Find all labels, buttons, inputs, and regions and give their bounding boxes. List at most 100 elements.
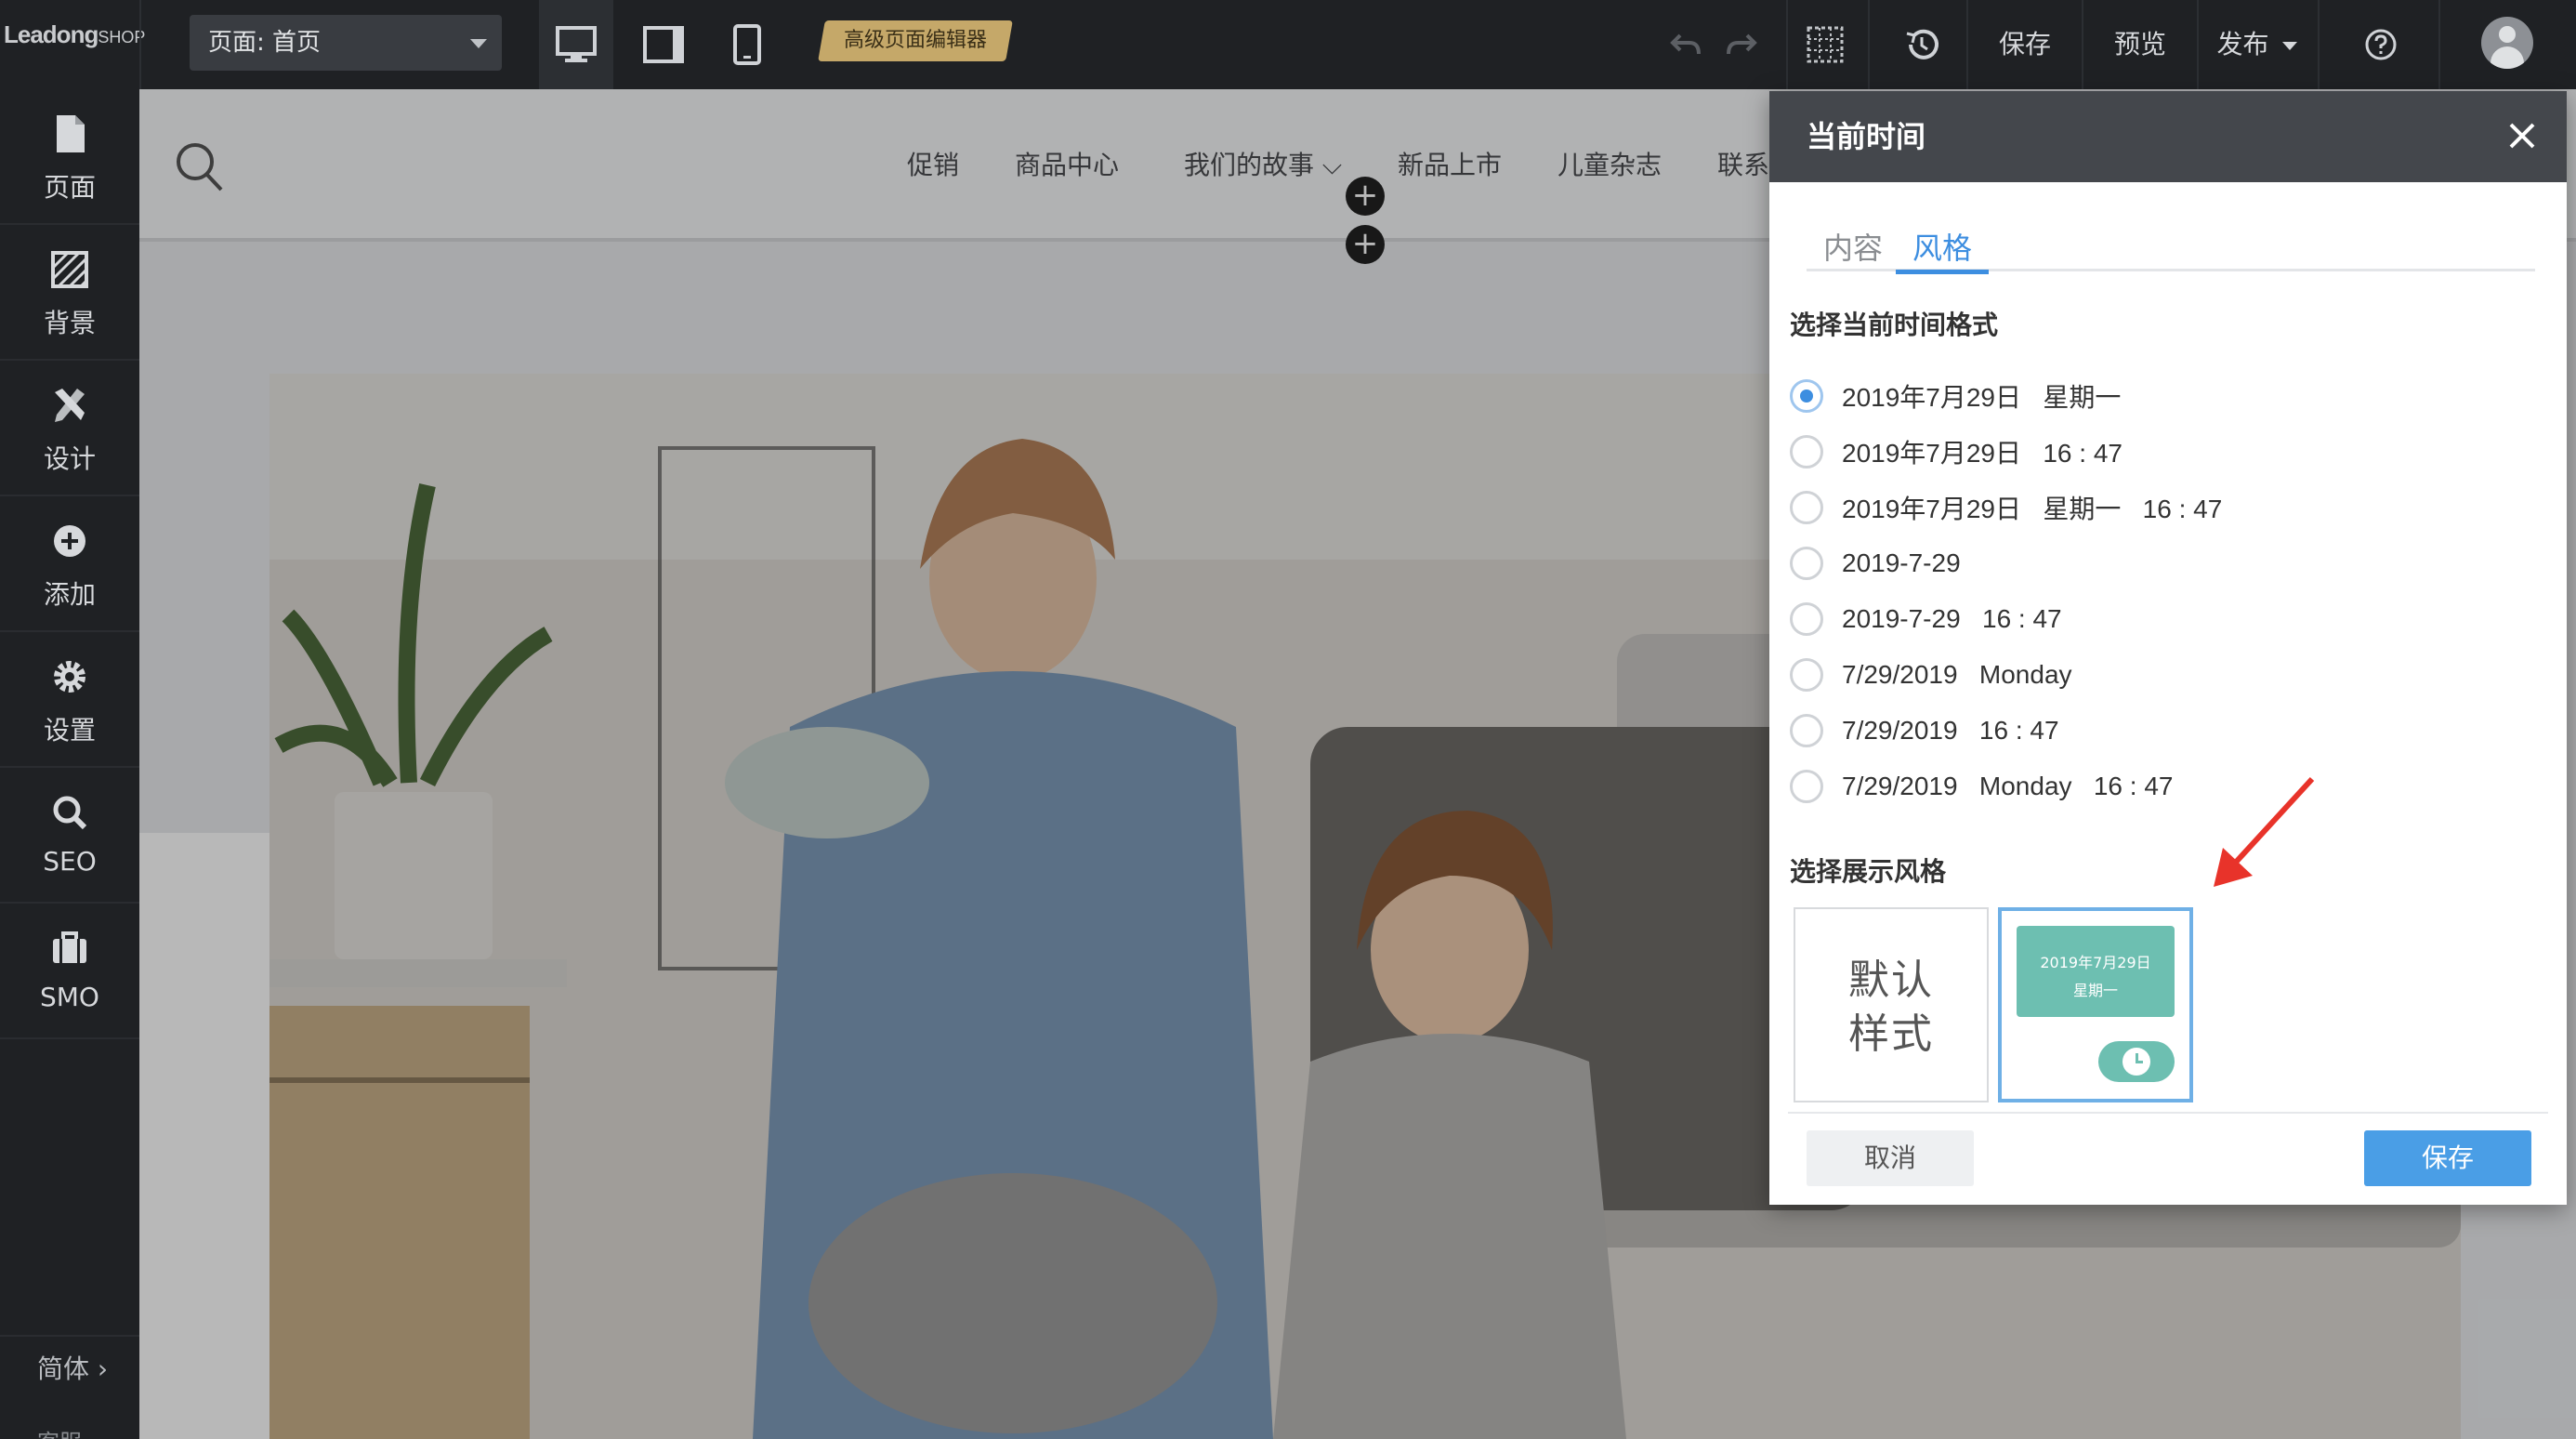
format-section-title: 选择当前时间格式 bbox=[1790, 310, 1999, 340]
sidebar-item-design[interactable]: 设计 bbox=[0, 361, 139, 496]
page-icon bbox=[57, 115, 85, 152]
design-icon bbox=[55, 389, 85, 422]
desktop-icon bbox=[556, 26, 597, 62]
divider bbox=[2438, 0, 2440, 89]
sidebar-item-label: 设计 bbox=[43, 443, 96, 474]
format-option[interactable]: 7/29/2019 Monday 16 : 47 bbox=[1790, 768, 2173, 805]
publish-button[interactable]: 发布 bbox=[2199, 0, 2316, 89]
grid-icon bbox=[1807, 26, 1844, 63]
tab-content[interactable]: 内容 bbox=[1807, 225, 1899, 271]
search-icon bbox=[53, 796, 87, 830]
redo-button[interactable] bbox=[1719, 22, 1764, 67]
current-time-dialog: 当前时间 内容 风格 选择当前时间格式 2019年7月29日 星期一 2019年… bbox=[1769, 91, 2567, 1205]
sidebar-bottom-item[interactable]: 客服 bbox=[37, 1424, 82, 1439]
publish-label: 发布 bbox=[2216, 29, 2269, 59]
advanced-editor-badge[interactable]: 高级页面编辑器 bbox=[818, 20, 1013, 61]
page-selector-label: 页面: 首页 bbox=[208, 29, 322, 57]
format-option-label: 7/29/2019 16 : 47 bbox=[1842, 716, 2059, 745]
save-button[interactable]: 保存 bbox=[1968, 0, 2082, 89]
divider bbox=[1788, 1112, 2548, 1114]
annotation-arrow-icon bbox=[2214, 776, 2315, 887]
format-option-label: 2019年7月29日 星期一 16 : 47 bbox=[1842, 495, 2223, 523]
tablet-view-button[interactable] bbox=[626, 0, 701, 89]
format-option[interactable]: 2019年7月29日 星期一 16 : 47 bbox=[1790, 489, 2222, 526]
sidebar-item-label: SEO bbox=[43, 846, 97, 877]
preview-button[interactable]: 预览 bbox=[2083, 0, 2197, 89]
style-preview-box: 2019年7月29日 星期一 bbox=[2017, 926, 2175, 1017]
sidebar-item-settings[interactable]: 设置 bbox=[0, 632, 139, 768]
cancel-button[interactable]: 取消 bbox=[1807, 1130, 1974, 1186]
radio-button[interactable] bbox=[1790, 602, 1823, 636]
language-selector[interactable]: 简体 › bbox=[0, 1335, 139, 1400]
redo-icon bbox=[1727, 33, 1757, 55]
dialog-title: 当前时间 bbox=[1807, 119, 1926, 154]
clock-icon bbox=[2123, 1048, 2150, 1076]
style-option-card[interactable]: 2019年7月29日 星期一 bbox=[1998, 907, 2193, 1102]
desktop-view-button[interactable] bbox=[539, 0, 613, 89]
style-section-title: 选择展示风格 bbox=[1790, 856, 1947, 887]
format-option-label: 7/29/2019 Monday bbox=[1842, 660, 2072, 689]
history-button[interactable] bbox=[1899, 22, 1944, 67]
format-option[interactable]: 7/29/2019 16 : 47 bbox=[1790, 712, 2059, 749]
divider bbox=[2318, 0, 2320, 89]
undo-button[interactable] bbox=[1663, 22, 1708, 67]
format-option[interactable]: 7/29/2019 Monday bbox=[1790, 656, 2072, 693]
sidebar-item-smo[interactable]: SMO bbox=[0, 904, 139, 1039]
sidebar-item-label: 添加 bbox=[43, 579, 96, 610]
style-preview-date: 2019年7月29日 bbox=[2040, 954, 2151, 971]
logo: LeadongSHOP bbox=[4, 20, 146, 48]
sidebar-item-add[interactable]: 添加 bbox=[0, 496, 139, 632]
add-icon bbox=[54, 525, 85, 557]
sidebar-item-label: 背景 bbox=[43, 308, 96, 338]
style-preview-weekday: 星期一 bbox=[2072, 982, 2118, 999]
mobile-view-button[interactable] bbox=[710, 0, 784, 89]
sidebar-item-label: 页面 bbox=[43, 172, 96, 203]
background-icon bbox=[51, 251, 88, 288]
format-option-label: 2019年7月29日 16 : 47 bbox=[1842, 439, 2123, 468]
help-button[interactable] bbox=[2359, 22, 2403, 67]
mobile-icon bbox=[733, 24, 761, 65]
radio-button[interactable] bbox=[1790, 547, 1823, 580]
dialog-header: 当前时间 bbox=[1769, 91, 2567, 182]
format-option-label: 2019-7-29 16 : 47 bbox=[1842, 604, 2062, 633]
dialog-tabs: 内容 风格 bbox=[1807, 225, 2535, 274]
radio-button[interactable] bbox=[1790, 435, 1823, 469]
top-toolbar: LeadongSHOP 页面: 首页 高级页面编辑器 保存 预览 发布 bbox=[0, 0, 2576, 89]
left-sidebar: 页面 背景 设计 添加 设置 SEO SMO 简体 › 客服 bbox=[0, 89, 139, 1439]
close-icon[interactable] bbox=[2505, 119, 2539, 152]
avatar[interactable] bbox=[2481, 17, 2533, 69]
page-selector[interactable]: 页面: 首页 bbox=[190, 15, 502, 71]
format-option-label: 2019-7-29 bbox=[1842, 548, 1961, 577]
tablet-icon bbox=[643, 26, 684, 63]
format-option[interactable]: 2019-7-29 16 : 47 bbox=[1790, 601, 2062, 638]
sidebar-item-label: SMO bbox=[40, 982, 99, 1012]
help-icon bbox=[2365, 29, 2397, 60]
sidebar-item-page[interactable]: 页面 bbox=[0, 89, 139, 225]
format-option-label: 2019年7月29日 星期一 bbox=[1842, 383, 2122, 412]
style-option-default-label: 默认 样式 bbox=[1848, 957, 1934, 1058]
format-option[interactable]: 2019年7月29日 星期一 bbox=[1790, 377, 2121, 415]
sidebar-item-background[interactable]: 背景 bbox=[0, 225, 139, 361]
radio-button[interactable] bbox=[1790, 714, 1823, 747]
undo-icon bbox=[1670, 33, 1701, 55]
sidebar-item-seo[interactable]: SEO bbox=[0, 768, 139, 904]
sidebar-item-label: 设置 bbox=[43, 715, 96, 746]
divider bbox=[139, 0, 141, 89]
tab-style[interactable]: 风格 bbox=[1896, 225, 1990, 274]
chevron-down-icon bbox=[470, 39, 487, 48]
radio-button[interactable] bbox=[1790, 379, 1823, 413]
style-option-default[interactable]: 默认 样式 bbox=[1794, 907, 1989, 1102]
format-option[interactable]: 2019年7月29日 16 : 47 bbox=[1790, 433, 2123, 470]
radio-button[interactable] bbox=[1790, 658, 1823, 692]
save-button[interactable]: 保存 bbox=[2364, 1130, 2531, 1186]
settings-icon bbox=[54, 661, 85, 693]
divider bbox=[1786, 0, 1788, 89]
grid-button[interactable] bbox=[1803, 22, 1847, 67]
format-option[interactable]: 2019-7-29 bbox=[1790, 545, 1961, 582]
format-option-label: 7/29/2019 Monday 16 : 47 bbox=[1842, 772, 2174, 800]
avatar-head bbox=[2499, 26, 2516, 43]
radio-button[interactable] bbox=[1790, 770, 1823, 803]
avatar-body bbox=[2491, 46, 2524, 69]
radio-button[interactable] bbox=[1790, 491, 1823, 524]
style-preview-toggle bbox=[2098, 1041, 2175, 1082]
